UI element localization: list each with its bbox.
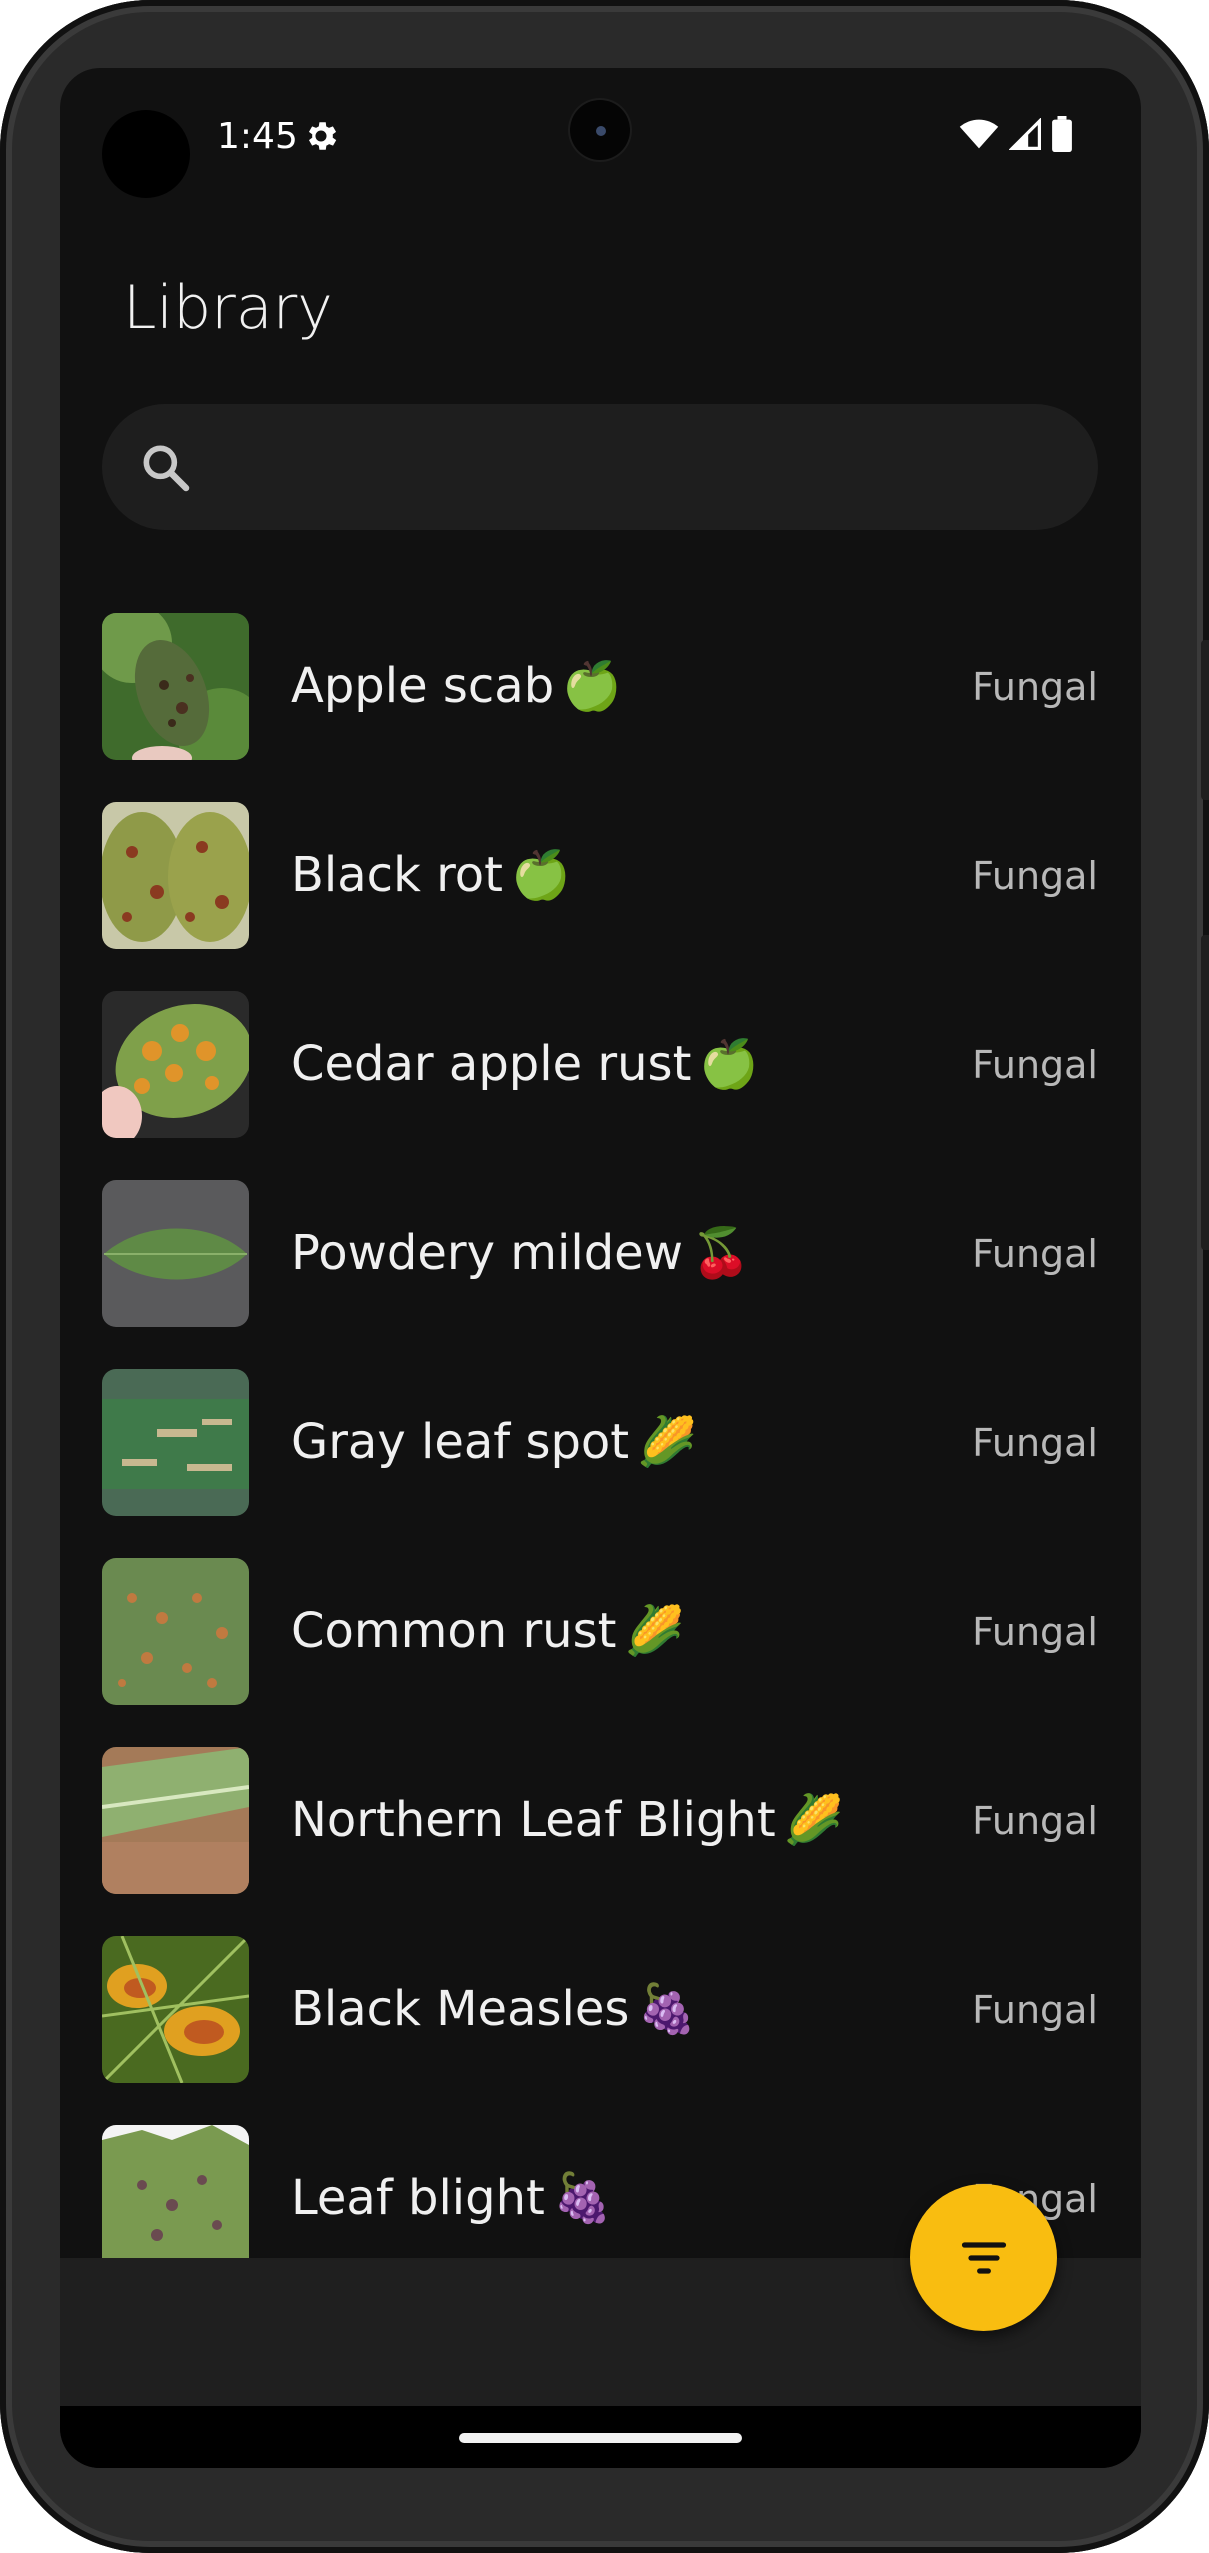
disease-thumbnail — [102, 802, 249, 949]
disease-thumbnail — [102, 1369, 249, 1516]
disease-type: Fungal — [972, 1232, 1098, 1276]
corn-icon: 🌽 — [637, 1414, 697, 1470]
disease-name: Powdery mildew — [291, 1225, 683, 1281]
disease-name: Black rot — [291, 847, 503, 903]
disease-thumbnail — [102, 2125, 249, 2272]
list-item[interactable]: Black Measles 🍇 Fungal — [60, 1936, 1141, 2125]
search-input[interactable] — [212, 429, 1076, 507]
list-item[interactable]: Northern Leaf Blight 🌽 Fungal — [60, 1747, 1141, 1936]
disease-name: Leaf blight — [291, 2170, 545, 2226]
disease-name: Common rust — [291, 1603, 617, 1659]
status-icons — [959, 116, 1073, 152]
search-bar[interactable] — [102, 404, 1098, 530]
disease-type: Fungal — [972, 1799, 1098, 1843]
disease-type: Fungal — [972, 665, 1098, 709]
settings-icon — [308, 122, 337, 150]
grapes-icon: 🍇 — [637, 1981, 698, 2037]
home-indicator[interactable] — [459, 2433, 742, 2443]
list-item[interactable]: Cedar apple rust 🍏 Fungal — [60, 991, 1141, 1180]
page-title: Library — [123, 273, 333, 343]
disease-name: Northern Leaf Blight — [291, 1792, 776, 1848]
filter-fab-button[interactable] — [910, 2184, 1057, 2331]
list-item[interactable]: Black rot 🍏 Fungal — [60, 802, 1141, 991]
disease-name: Cedar apple rust — [291, 1036, 692, 1092]
search-icon — [143, 445, 190, 492]
battery-icon — [1052, 116, 1072, 152]
phone-frame: 1:45 Library Apple scab 🍏 Fungal Black r… — [0, 0, 1209, 2553]
disease-type: Fungal — [972, 1988, 1098, 2032]
front-camera — [570, 100, 630, 160]
volume-button — [1201, 935, 1209, 1250]
apple-icon: 🍏 — [699, 1036, 760, 1092]
apple-icon: 🍏 — [511, 847, 571, 903]
disease-thumbnail — [102, 1558, 249, 1705]
status-time: 1:45 — [217, 116, 298, 157]
disease-name: Gray leaf spot — [291, 1414, 630, 1470]
disease-type: Fungal — [972, 1421, 1098, 1465]
disease-type: Fungal — [972, 1043, 1098, 1087]
corn-icon: 🌽 — [624, 1603, 685, 1659]
camera-cutout — [102, 110, 190, 198]
list-item[interactable]: Powdery mildew 🍒 Fungal — [60, 1180, 1141, 1369]
list-item[interactable]: Common rust 🌽 Fungal — [60, 1558, 1141, 1747]
grapes-icon: 🍇 — [552, 2170, 613, 2226]
cherry-icon: 🍒 — [690, 1225, 751, 1281]
filter-icon — [961, 2242, 1007, 2274]
screen: 1:45 Library Apple scab 🍏 Fungal Black r… — [60, 68, 1141, 2468]
disease-thumbnail — [102, 1936, 249, 2083]
disease-thumbnail — [102, 991, 249, 1138]
signal-icon — [1009, 118, 1041, 150]
disease-type: Fungal — [972, 1610, 1098, 1654]
disease-thumbnail — [102, 1747, 249, 1894]
disease-thumbnail — [102, 613, 249, 760]
disease-thumbnail — [102, 1180, 249, 1327]
corn-icon: 🌽 — [783, 1792, 844, 1848]
list-item[interactable]: Apple scab 🍏 Fungal — [60, 613, 1141, 802]
wifi-icon — [959, 119, 999, 149]
disease-name: Apple scab — [291, 658, 555, 714]
status-bar: 1:45 — [60, 68, 1141, 198]
disease-name: Black Measles — [291, 1981, 630, 2037]
power-button — [1201, 640, 1209, 800]
list-item[interactable]: Gray leaf spot 🌽 Fungal — [60, 1369, 1141, 1558]
apple-icon: 🍏 — [562, 658, 622, 714]
disease-type: Fungal — [972, 854, 1098, 898]
